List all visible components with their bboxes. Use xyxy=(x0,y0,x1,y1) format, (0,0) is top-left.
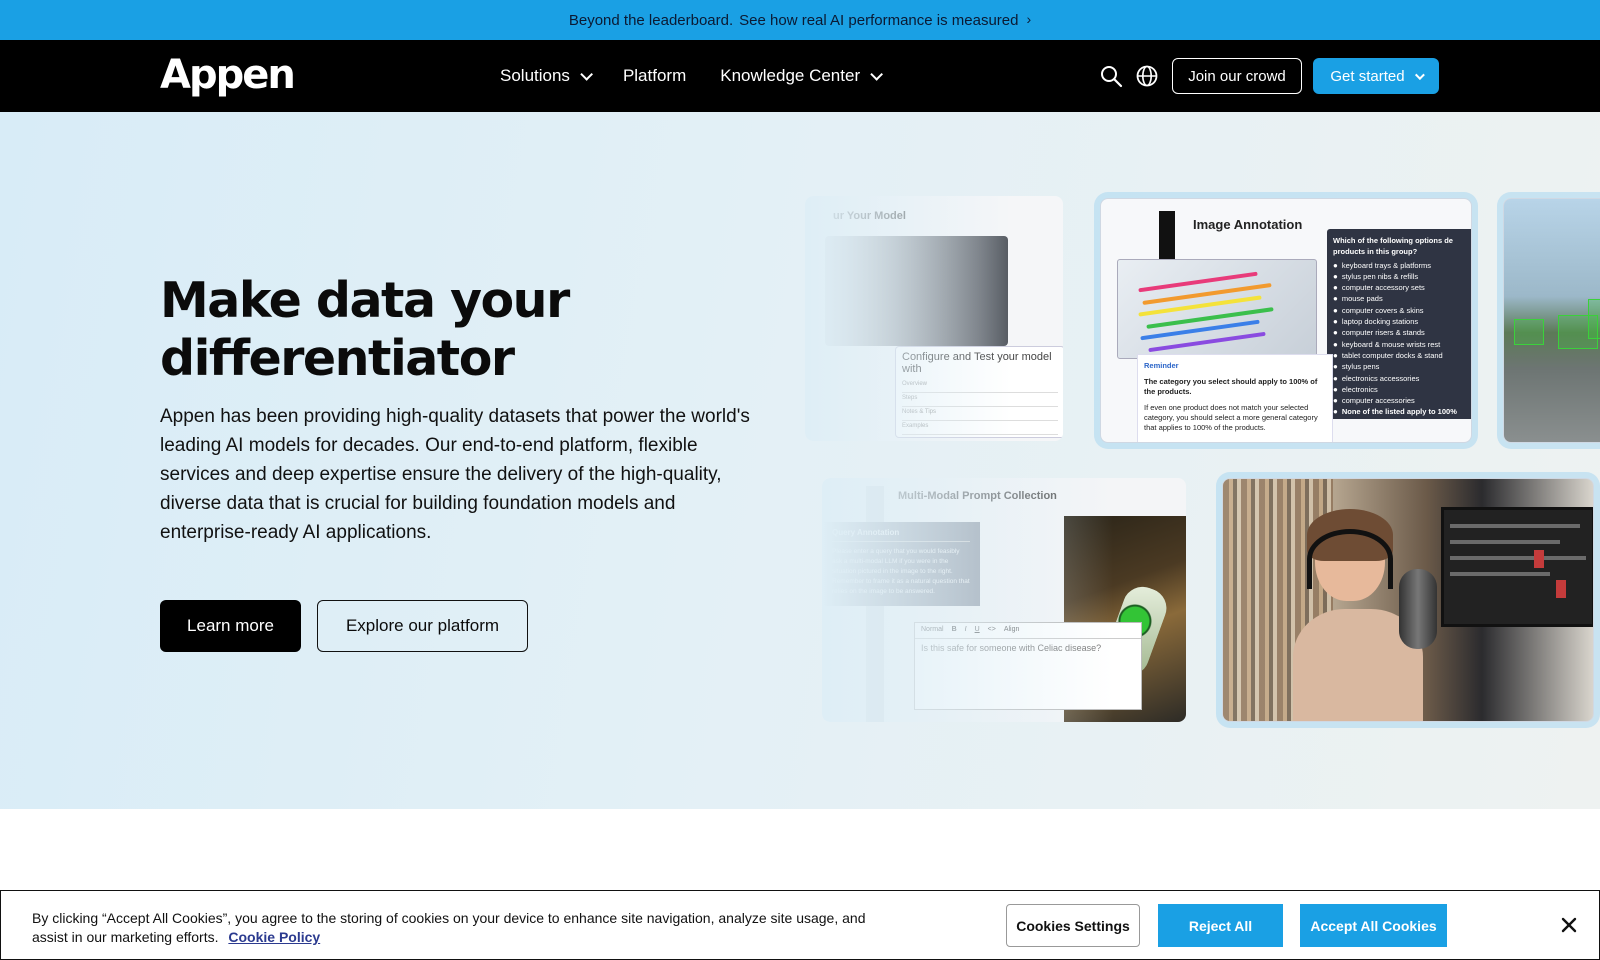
answer-option[interactable]: stylus pen nibs & refills xyxy=(1333,271,1469,282)
hero-title: Make data your differentiator xyxy=(160,272,570,387)
cookie-policy-link[interactable]: Cookie Policy xyxy=(228,929,320,945)
accept-all-cookies-button[interactable]: Accept All Cookies xyxy=(1300,904,1447,947)
hero-section: Make data your differentiator Appen has … xyxy=(0,112,1600,809)
answer-option[interactable]: computer risers & stands xyxy=(1333,327,1469,338)
close-icon[interactable] xyxy=(1557,913,1581,937)
announcement-lead: Beyond the leaderboard. xyxy=(568,11,734,29)
cookie-message-text: By clicking “Accept All Cookies”, you ag… xyxy=(32,910,866,945)
road-annotation-card xyxy=(1503,198,1600,443)
answer-option-selected[interactable]: None of the listed apply to 100% xyxy=(1333,406,1469,417)
configure-panel-title: Configure and Test your model with xyxy=(902,351,1052,375)
explore-platform-button[interactable]: Explore our platform xyxy=(317,600,528,652)
nav-knowledge-center-label: Knowledge Center xyxy=(720,66,861,85)
site-header: Appen Solutions Platform Knowledge Cente… xyxy=(0,40,1600,112)
answer-option[interactable]: mouse pads xyxy=(1333,293,1469,304)
reject-all-button[interactable]: Reject All xyxy=(1158,904,1283,947)
announcement-bar: Beyond the leaderboard. See how real AI … xyxy=(0,0,1600,40)
prompt-editor-text: Is this safe for someone with Celiac dis… xyxy=(921,643,1102,653)
editor-toolbar: Normal B I U <> Align xyxy=(915,623,1141,639)
align-select[interactable]: Align xyxy=(1004,626,1020,635)
code-preview xyxy=(825,236,1008,346)
answer-option[interactable]: computer accessories xyxy=(1333,395,1469,406)
announcement-link-text: See how real AI performance is measured xyxy=(739,11,1019,29)
underline-button[interactable]: U xyxy=(975,626,980,635)
configure-model-card: ur Your Model Configure and Test your mo… xyxy=(805,196,1063,441)
vehicle-bounding-box xyxy=(1588,299,1600,339)
nav-knowledge-center[interactable]: Knowledge Center xyxy=(720,66,884,86)
image-annotation-card: Image Annotation Which of the following … xyxy=(1100,198,1472,443)
audio-recording-photo xyxy=(1222,478,1594,722)
query-annotation-text: Please enter a query that you would feas… xyxy=(832,548,970,595)
editor-style-select[interactable]: Normal xyxy=(921,626,944,635)
cookie-banner: By clicking “Accept All Cookies”, you ag… xyxy=(0,890,1600,960)
nav-solutions[interactable]: Solutions xyxy=(500,66,593,86)
configure-card-title: ur Your Model xyxy=(833,210,906,222)
reminder-text: The category you select should apply to … xyxy=(1144,377,1318,396)
answer-option[interactable]: electronics xyxy=(1333,384,1469,395)
chevron-right-icon: › xyxy=(1026,11,1032,27)
configure-panel: Configure and Test your model with Overv… xyxy=(895,346,1063,438)
multimodal-prompt-card: Multi-Modal Prompt Collection Query Anno… xyxy=(822,478,1186,722)
learn-more-button[interactable]: Learn more xyxy=(160,600,301,652)
answer-option[interactable]: keyboard & mouse wrists rest xyxy=(1333,339,1469,350)
answer-option[interactable]: laptop docking stations xyxy=(1333,316,1469,327)
answer-option[interactable]: electronics accessories xyxy=(1333,373,1469,384)
pens-image xyxy=(1117,259,1317,359)
announcement-link[interactable]: See how real AI performance is measured … xyxy=(739,11,1032,29)
chevron-down-icon xyxy=(580,67,593,81)
hero-description: Appen has been providing high-quality da… xyxy=(160,406,750,543)
search-icon[interactable] xyxy=(1099,64,1123,88)
get-started-button[interactable]: Get started xyxy=(1313,58,1439,94)
microphone-image xyxy=(1399,569,1437,649)
reminder-note: If even one product does not match your … xyxy=(1144,403,1318,432)
answer-option[interactable]: computer accessory sets xyxy=(1333,282,1469,293)
chevron-down-icon xyxy=(870,67,884,81)
appen-logo[interactable]: Appen xyxy=(160,52,296,98)
answer-option[interactable]: keyboard trays & platforms xyxy=(1333,260,1469,271)
globe-icon[interactable] xyxy=(1135,64,1159,88)
answer-option[interactable]: computer covers & skins xyxy=(1333,305,1469,316)
monitor-image xyxy=(1441,507,1593,627)
cookies-settings-button[interactable]: Cookies Settings xyxy=(1006,904,1140,947)
vehicle-bounding-box xyxy=(1514,319,1544,345)
headphones-image xyxy=(1307,529,1393,589)
cookie-message: By clicking “Accept All Cookies”, you ag… xyxy=(32,909,892,947)
reminder-box: Reminder The category you select should … xyxy=(1137,354,1333,442)
multimodal-title: Multi-Modal Prompt Collection xyxy=(898,490,1057,502)
configure-row: Steps xyxy=(902,395,1058,407)
nav-platform[interactable]: Platform xyxy=(623,66,686,86)
query-annotation-title: Query Annotation xyxy=(832,528,970,542)
configure-row: Examples xyxy=(902,423,1058,435)
reminder-title: Reminder xyxy=(1144,361,1179,370)
prompt-editor[interactable]: Normal B I U <> Align Is this safe for s… xyxy=(914,622,1142,710)
italic-button[interactable]: I xyxy=(965,626,967,635)
configure-row: Notes & Tips xyxy=(902,409,1058,421)
join-crowd-button[interactable]: Join our crowd xyxy=(1172,58,1302,94)
configure-row: Overview xyxy=(902,381,1058,393)
chevron-down-icon xyxy=(1414,69,1425,80)
main-nav: Solutions Platform Knowledge Center xyxy=(500,40,884,112)
nav-platform-label: Platform xyxy=(622,66,687,85)
bold-button[interactable]: B xyxy=(952,626,957,635)
nav-solutions-label: Solutions xyxy=(500,66,570,85)
answer-option[interactable]: tablet computer docks & stand xyxy=(1333,350,1469,361)
get-started-label: Get started xyxy=(1330,67,1405,85)
product-question-panel: Which of the following options de produc… xyxy=(1327,229,1471,419)
code-button[interactable]: <> xyxy=(988,626,996,635)
image-annotation-title: Image Annotation xyxy=(1193,217,1303,232)
answer-option[interactable]: stylus pens xyxy=(1333,361,1469,372)
question-text: Which of the following options de produc… xyxy=(1333,236,1453,257)
person-image xyxy=(1293,509,1423,721)
query-annotation-panel: Query Annotation Please enter a query th… xyxy=(822,522,980,606)
